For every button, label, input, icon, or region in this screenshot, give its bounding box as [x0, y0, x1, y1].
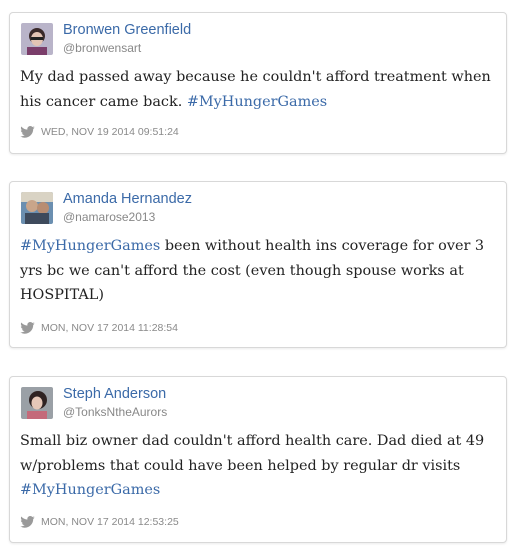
tweet-text: Small biz owner dad couldn't afford heal…	[20, 429, 500, 503]
hashtag-link[interactable]: #MyHungerGames	[20, 482, 160, 498]
hashtag-link[interactable]: #MyHungerGames	[187, 94, 327, 110]
avatar[interactable]	[21, 23, 53, 55]
timestamp[interactable]: MON, NOV 17 2014 11:28:54	[41, 322, 178, 334]
timestamp[interactable]: MON, NOV 17 2014 12:53:25	[41, 516, 179, 528]
author-name[interactable]: Bronwen Greenfield	[63, 22, 191, 38]
avatar[interactable]	[21, 192, 53, 224]
hashtag-link[interactable]: #MyHungerGames	[20, 238, 160, 254]
tweet-meta: MON, NOV 17 2014 11:28:54	[20, 321, 178, 335]
author-name[interactable]: Steph Anderson	[63, 386, 166, 402]
author-name[interactable]: Amanda Hernandez	[63, 191, 192, 207]
author-handle[interactable]: @TonksNtheAurors	[63, 405, 167, 419]
tweet-text: My dad passed away because he couldn't a…	[20, 65, 500, 114]
tweet-text: #MyHungerGames been without health ins c…	[20, 234, 500, 308]
tweet-text-part: Small biz owner dad couldn't afford heal…	[20, 433, 485, 474]
twitter-bird-icon	[20, 516, 35, 528]
tweet-card: Amanda Hernandez @namarose2013 #MyHunger…	[9, 181, 507, 348]
tweet-card: Steph Anderson @TonksNtheAurors Small bi…	[9, 376, 507, 543]
author-handle[interactable]: @bronwensart	[63, 41, 141, 55]
author-handle[interactable]: @namarose2013	[63, 210, 155, 224]
twitter-bird-icon	[20, 126, 35, 138]
timestamp[interactable]: WED, NOV 19 2014 09:51:24	[41, 126, 179, 138]
tweet-card: Bronwen Greenfield @bronwensart My dad p…	[9, 12, 507, 154]
avatar[interactable]	[21, 387, 53, 419]
twitter-bird-icon	[20, 322, 35, 334]
tweet-meta: MON, NOV 17 2014 12:53:25	[20, 515, 179, 529]
tweet-meta: WED, NOV 19 2014 09:51:24	[20, 125, 179, 139]
